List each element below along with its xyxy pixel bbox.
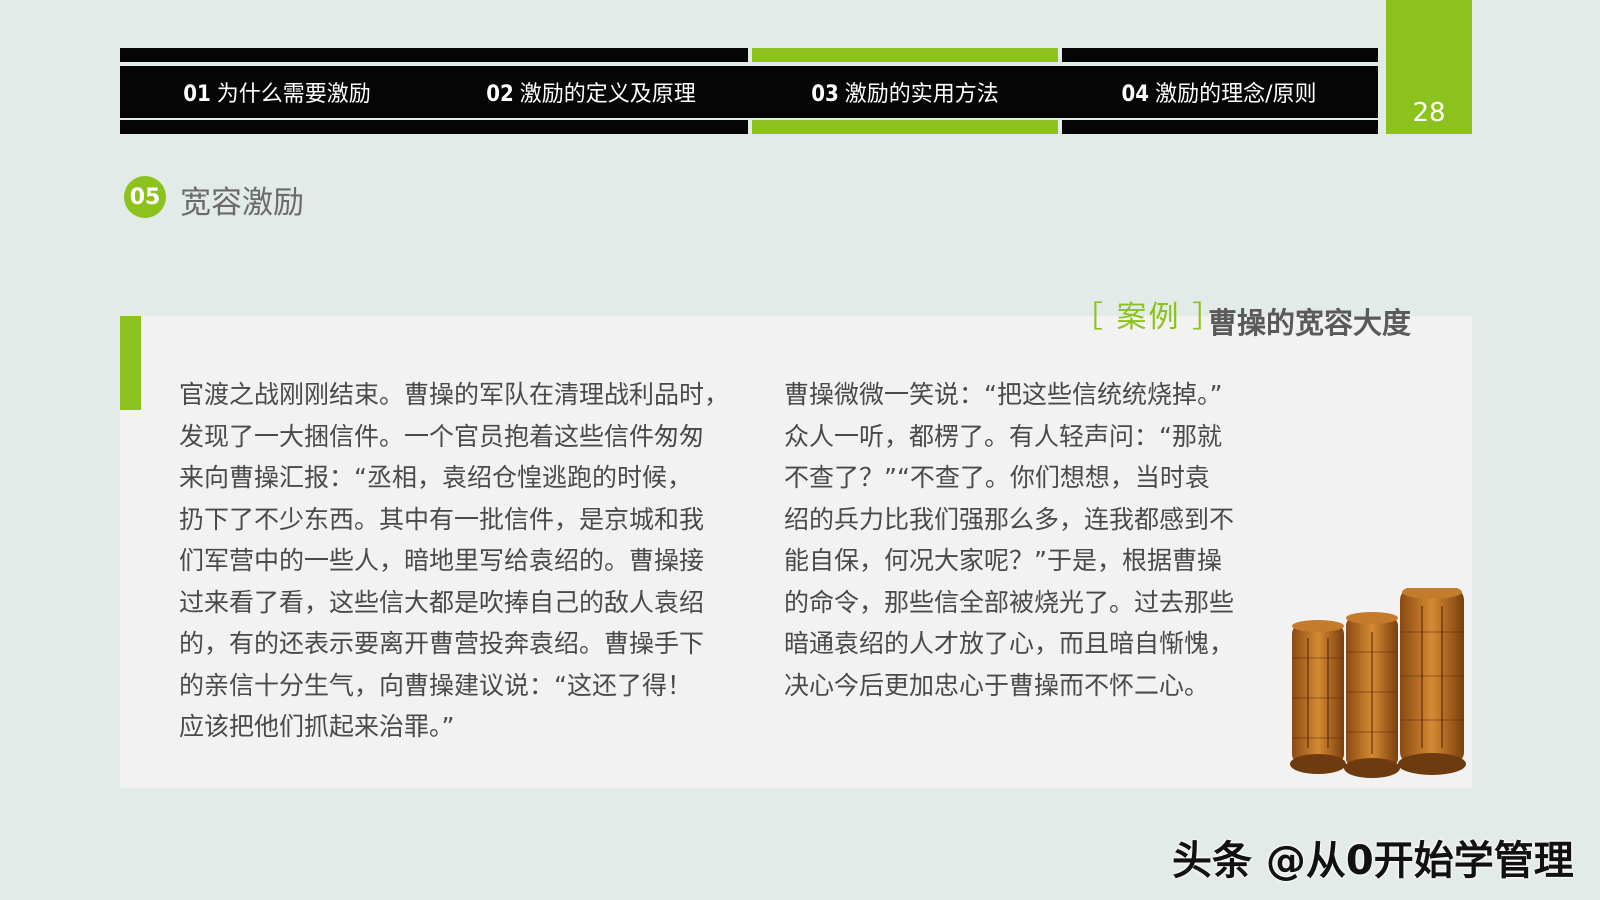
story-line: 来向曹操汇报：“丞相，袁绍仓惶逃跑的时候， bbox=[179, 463, 692, 492]
story-line: 绍的兵力比我们强那么多，连我都感到不 bbox=[784, 504, 1235, 534]
nav-tab-number: 03 bbox=[811, 82, 839, 107]
nav-tab-number: 01 bbox=[183, 82, 211, 107]
section-title: 宽容激励 bbox=[180, 185, 304, 221]
nav-bottom-stripe bbox=[120, 120, 1378, 134]
nav-top-stripe bbox=[120, 48, 1378, 62]
story-line: 暗通袁绍的人才放了心，而且暗自惭愧， bbox=[784, 629, 1235, 658]
story-line: 曹操微微一笑说：“把这些信统统烧掉。” bbox=[784, 380, 1223, 409]
nav-tab-02[interactable]: 02 激励的定义及原理 bbox=[434, 76, 748, 108]
watermark: 头条 @从0开始学管理 bbox=[1172, 838, 1574, 884]
story-line: 不查了？”“不查了。你们想想，当时袁 bbox=[784, 463, 1210, 492]
page-number-tab: 28 bbox=[1386, 0, 1472, 134]
case-title: 曹操的宽容大度 bbox=[1208, 306, 1412, 340]
case-tag: ［ 案例 ］ bbox=[1073, 300, 1225, 335]
stripe-segment bbox=[1062, 120, 1378, 134]
story-line: 能自保，何况大家呢？”于是，根据曹操 bbox=[784, 546, 1222, 575]
story-line: 们军营中的一些人，暗地里写给袁绍的。曹操接 bbox=[179, 546, 705, 575]
story-line: 扔下了不少东西。其中有一批信件，是京城和我 bbox=[179, 504, 705, 534]
nav-tab-number: 02 bbox=[486, 82, 514, 107]
nav-bar: 01 为什么需要激励 02 激励的定义及原理 03 激励的实用方法 04 激励的理念/原… bbox=[120, 66, 1378, 118]
nav-tab-label: 激励的定义及原理 bbox=[519, 82, 696, 107]
story-line: 的，有的还表示要离开曹营投奔袁绍。曹操手下 bbox=[179, 629, 705, 658]
story-line: 应该把他们抓起来治罪。” bbox=[179, 712, 455, 741]
stripe-segment-active bbox=[752, 120, 1058, 134]
story-line: 发现了一大捆信件。一个官员抱着这些信件匆匆 bbox=[179, 421, 705, 451]
story-line: 的亲信十分生气，向曹操建议说：“这还了得！ bbox=[179, 670, 692, 700]
page-number: 28 bbox=[1412, 98, 1446, 128]
story-right-column: 曹操微微一笑说：“把这些信统统烧掉。” 众人一听，都楞了。有人轻声问：“那就 不… bbox=[784, 374, 1234, 706]
stripe-segment bbox=[120, 120, 748, 134]
nav-tab-label: 激励的实用方法 bbox=[844, 82, 999, 107]
accent-bar bbox=[120, 316, 141, 410]
bamboo-scrolls-icon bbox=[1290, 588, 1466, 778]
nav-tab-label: 激励的理念/原则 bbox=[1155, 82, 1317, 107]
stripe-segment bbox=[1062, 48, 1378, 62]
story-line: 官渡之战刚刚结束。曹操的军队在清理战利品时， bbox=[179, 380, 730, 409]
stripe-segment-active bbox=[752, 48, 1058, 62]
stripe-segment bbox=[120, 48, 748, 62]
section-number-badge: 05 bbox=[124, 176, 166, 218]
nav-tab-01[interactable]: 01 为什么需要激励 bbox=[120, 76, 434, 108]
story-line: 决心今后更加忠心于曹操而不怀二心。 bbox=[784, 670, 1210, 700]
story-left-column: 官渡之战刚刚结束。曹操的军队在清理战利品时， 发现了一大捆信件。一个官员抱着这些… bbox=[179, 374, 729, 748]
story-line: 的命令，那些信全部被烧光了。过去那些 bbox=[784, 587, 1235, 617]
nav-tab-04[interactable]: 04 激励的理念/原则 bbox=[1062, 76, 1376, 108]
nav-tab-03[interactable]: 03 激励的实用方法 bbox=[748, 76, 1062, 108]
story-line: 众人一听，都楞了。有人轻声问：“那就 bbox=[784, 421, 1222, 451]
nav-tab-number: 04 bbox=[1121, 82, 1150, 107]
story-line: 过来看了看，这些信大都是吹捧自己的敌人袁绍 bbox=[179, 587, 705, 617]
nav-tab-label: 为什么需要激励 bbox=[216, 82, 371, 107]
